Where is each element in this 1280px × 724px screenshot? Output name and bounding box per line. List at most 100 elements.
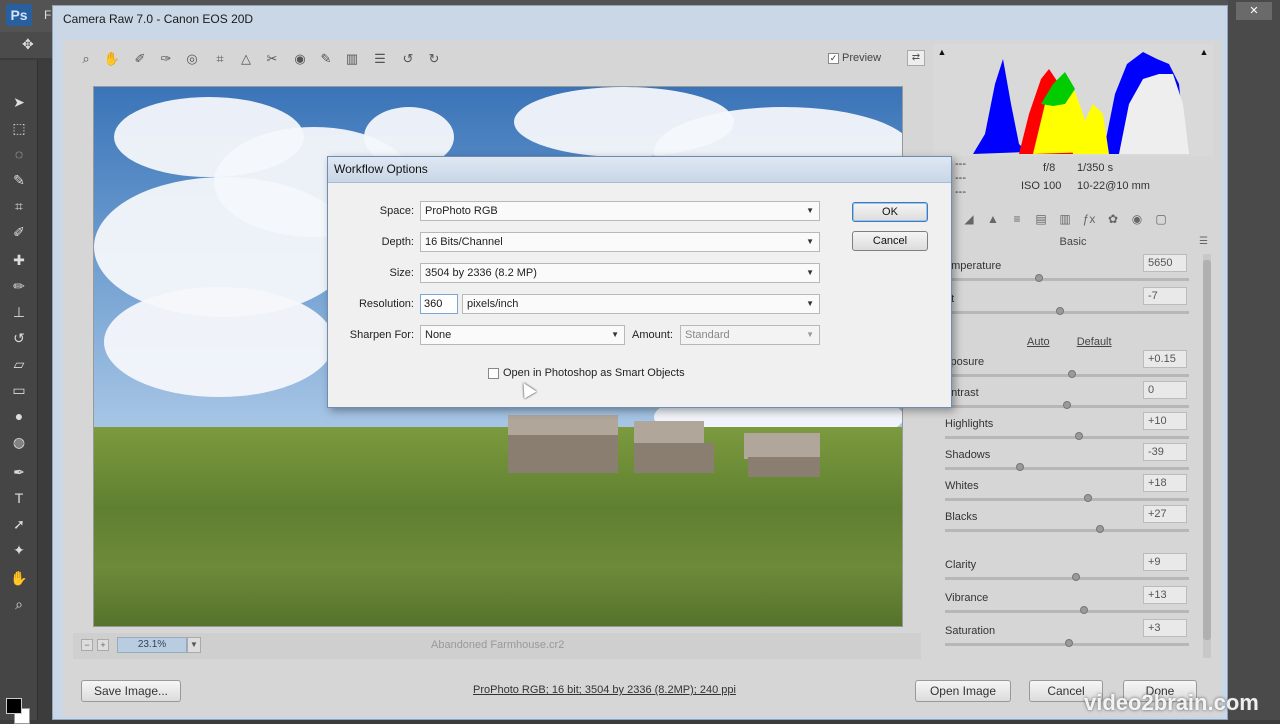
slider-track[interactable] xyxy=(945,370,1189,378)
slider-track[interactable] xyxy=(945,274,1189,282)
slider-track[interactable] xyxy=(945,494,1189,502)
camera-calibration-icon[interactable]: ◉ xyxy=(1127,210,1147,228)
hand-tool-icon[interactable]: ✋ xyxy=(103,50,121,68)
slider-thumb[interactable] xyxy=(1034,274,1043,282)
move-tool-icon[interactable]: ✥ xyxy=(22,36,34,53)
slider-value-input[interactable]: +13 xyxy=(1143,586,1187,604)
slider-track[interactable] xyxy=(945,525,1189,533)
white-balance-tool-icon[interactable]: ✐ xyxy=(131,50,149,68)
sharpen-select[interactable]: None ▼ xyxy=(420,325,625,345)
slider-value-input[interactable]: -7 xyxy=(1143,287,1187,305)
history-brush-icon[interactable]: ↺ xyxy=(8,328,30,348)
move-tool-icon[interactable]: ➤ xyxy=(8,92,30,112)
slider-value-input[interactable]: +18 xyxy=(1143,474,1187,492)
preview-checkbox[interactable]: ✓ xyxy=(828,52,839,64)
straighten-tool-icon[interactable]: △ xyxy=(237,50,255,68)
zoom-tool-icon[interactable]: ⌕ xyxy=(8,594,30,614)
zoom-in-icon[interactable]: + xyxy=(97,639,109,651)
zoom-tool-icon[interactable]: ⌕ xyxy=(77,50,95,68)
slider-track[interactable] xyxy=(945,432,1189,440)
slider-value-input[interactable]: +0.15 xyxy=(1143,350,1187,368)
slider-track[interactable] xyxy=(945,401,1189,409)
smart-objects-checkbox[interactable] xyxy=(488,367,499,379)
resolution-input[interactable]: 360 xyxy=(420,294,458,314)
scroll-thumb[interactable] xyxy=(1203,260,1211,640)
panel-menu-icon[interactable]: ☰ xyxy=(1199,236,1208,247)
fullscreen-icon[interactable]: ⇄ xyxy=(907,50,925,66)
path-select-icon[interactable]: ➚ xyxy=(8,514,30,534)
smart-objects-option[interactable]: Open in Photoshop as Smart Objects xyxy=(488,367,685,379)
slider-track[interactable] xyxy=(945,573,1189,581)
slider-thumb[interactable] xyxy=(1063,401,1071,409)
gradient-tool-icon[interactable]: ▭ xyxy=(8,380,30,400)
eraser-tool-icon[interactable]: ▱ xyxy=(8,354,30,374)
crop-tool-icon[interactable]: ⌗ xyxy=(8,196,30,216)
slider-value-input[interactable]: 0 xyxy=(1143,381,1187,399)
save-image-button[interactable]: Save Image... xyxy=(81,680,181,702)
close-icon[interactable]: ✕ xyxy=(1236,2,1272,20)
slider-thumb[interactable] xyxy=(1084,494,1093,502)
slider-track[interactable] xyxy=(945,307,1189,315)
chevron-down-icon[interactable]: ▼ xyxy=(187,637,201,653)
red-eye-icon[interactable]: ◉ xyxy=(291,50,309,68)
tone-curve-tab-icon[interactable]: ▲ xyxy=(983,210,1003,228)
lasso-tool-icon[interactable]: ◌ xyxy=(8,144,30,164)
foreground-color-swatch[interactable] xyxy=(6,698,22,714)
eyedropper-tool-icon[interactable]: ✐ xyxy=(8,222,30,242)
slider-value-input[interactable]: +10 xyxy=(1143,412,1187,430)
slider-thumb[interactable] xyxy=(1055,307,1064,315)
slider-track[interactable] xyxy=(945,639,1189,647)
shadow-clipping-icon[interactable]: ▲ xyxy=(937,48,947,57)
workflow-options-link[interactable]: ProPhoto RGB; 16 bit; 3504 by 2336 (8.2M… xyxy=(473,684,736,696)
panel-scrollbar[interactable] xyxy=(1203,254,1211,658)
space-select[interactable]: ProPhoto RGB ▼ xyxy=(420,201,820,221)
effects-tab-icon[interactable]: ✿ xyxy=(1103,210,1123,228)
dialog-cancel-button[interactable]: Cancel xyxy=(852,231,928,251)
slider-thumb[interactable] xyxy=(1072,573,1081,581)
shape-tool-icon[interactable]: ✦ xyxy=(8,540,30,560)
preview-toggle[interactable]: ✓ Preview xyxy=(828,52,881,64)
ok-button[interactable]: OK xyxy=(852,202,928,222)
marquee-tool-icon[interactable]: ⬚ xyxy=(8,118,30,138)
type-tool-icon[interactable]: T xyxy=(8,488,30,508)
pen-tool-icon[interactable]: ✒ xyxy=(8,462,30,482)
resolution-unit-select[interactable]: pixels/inch ▼ xyxy=(462,294,820,314)
slider-track[interactable] xyxy=(945,463,1189,471)
slider-thumb[interactable] xyxy=(1067,370,1076,378)
slider-value-input[interactable]: +3 xyxy=(1143,619,1187,637)
slider-value-input[interactable]: 5650 xyxy=(1143,254,1187,272)
crop-tool-icon[interactable]: ⌗ xyxy=(211,50,229,68)
split-toning-tab-icon[interactable]: ▥ xyxy=(1055,210,1075,228)
brush-tool-icon[interactable]: ✏ xyxy=(8,276,30,296)
stamp-tool-icon[interactable]: ⊥ xyxy=(8,302,30,322)
open-image-button[interactable]: Open Image xyxy=(915,680,1011,702)
dodge-tool-icon[interactable]: ◍ xyxy=(8,432,30,452)
spot-removal-icon[interactable]: ✂ xyxy=(263,50,281,68)
zoom-level[interactable]: 23.1% xyxy=(117,637,187,653)
quick-select-icon[interactable]: ✎ xyxy=(8,170,30,190)
detail-tab-icon[interactable]: ≡ xyxy=(1007,210,1027,228)
highlight-clipping-icon[interactable]: ▲ xyxy=(1199,48,1209,57)
slider-value-input[interactable]: -39 xyxy=(1143,443,1187,461)
hand-tool-icon[interactable]: ✋ xyxy=(8,568,30,588)
slider-thumb[interactable] xyxy=(1065,639,1074,647)
depth-select[interactable]: 16 Bits/Channel ▼ xyxy=(420,232,820,252)
menu-file[interactable]: F xyxy=(44,8,51,22)
slider-value-input[interactable]: +27 xyxy=(1143,505,1187,523)
hsl-tab-icon[interactable]: ▤ xyxy=(1031,210,1051,228)
slider-value-input[interactable]: +9 xyxy=(1143,553,1187,571)
color-sampler-icon[interactable]: ✑ xyxy=(157,50,175,68)
basic-tab-icon[interactable]: ◢ xyxy=(959,210,979,228)
rotate-right-icon[interactable]: ↻ xyxy=(425,50,443,68)
adjustment-brush-icon[interactable]: ✎ xyxy=(317,50,335,68)
healing-tool-icon[interactable]: ✚ xyxy=(8,250,30,270)
slider-thumb[interactable] xyxy=(1015,463,1024,471)
slider-track[interactable] xyxy=(945,606,1189,614)
slider-thumb[interactable] xyxy=(1096,525,1105,533)
slider-thumb[interactable] xyxy=(1074,432,1083,440)
slider-thumb[interactable] xyxy=(1079,606,1088,614)
zoom-out-icon[interactable]: − xyxy=(81,639,93,651)
graduated-filter-icon[interactable]: ▥ xyxy=(343,50,361,68)
presets-tab-icon[interactable]: ▢ xyxy=(1151,210,1171,228)
blur-tool-icon[interactable]: ● xyxy=(8,406,30,426)
